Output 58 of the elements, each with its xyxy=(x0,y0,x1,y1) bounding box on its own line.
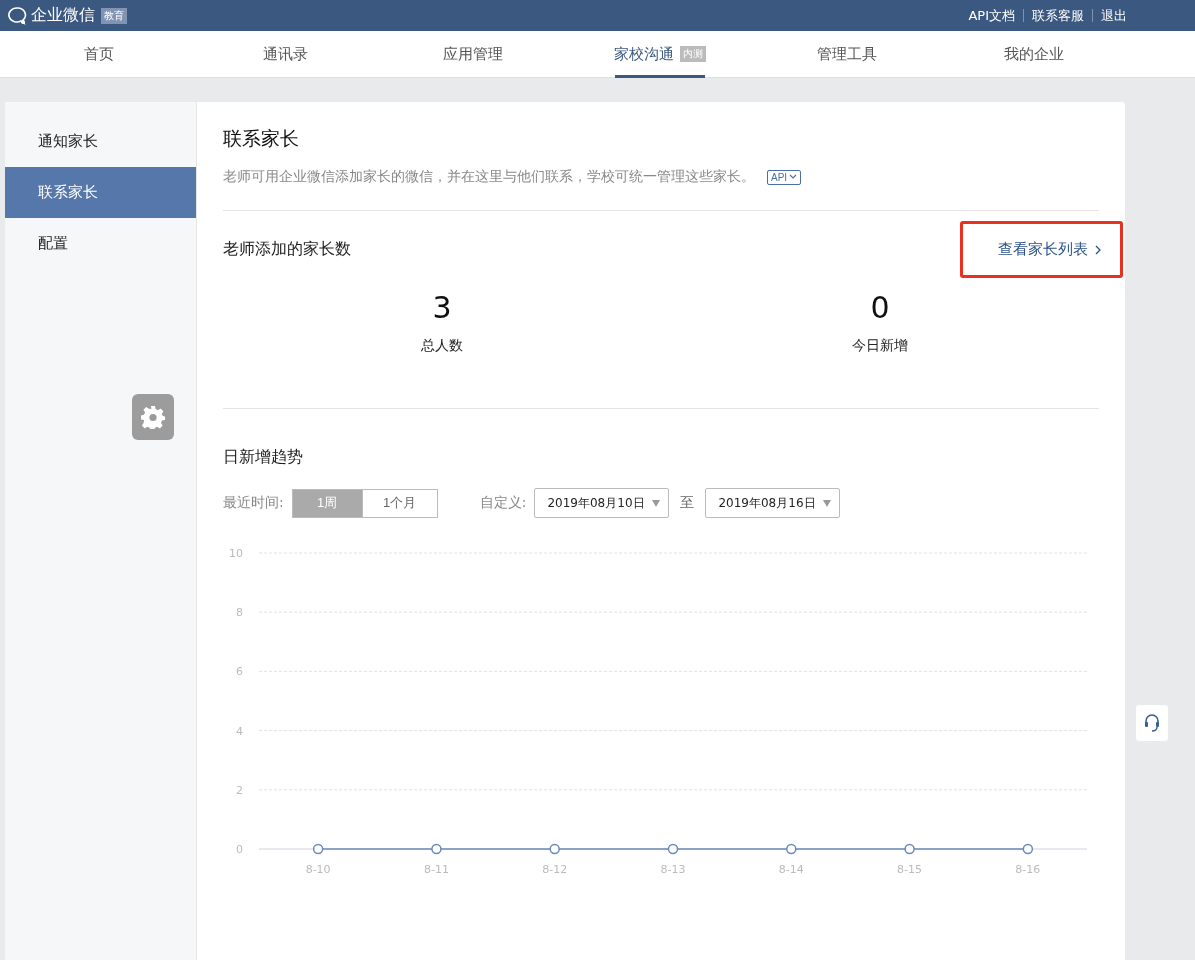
nav-tab[interactable]: 应用管理 xyxy=(379,31,566,77)
stat-label: 总人数 xyxy=(421,337,463,355)
section-title: 老师添加的家长数 xyxy=(223,239,351,260)
chevron-right-icon xyxy=(1094,243,1102,256)
stat-value: 3 xyxy=(432,290,452,325)
logo-text: 企业微信 xyxy=(31,5,95,26)
page-title: 联系家长 xyxy=(223,126,300,151)
sidebar-item[interactable]: 联系家长 xyxy=(5,167,196,218)
x-tick-label: 8-15 xyxy=(897,863,923,876)
data-point xyxy=(904,843,915,855)
support-button[interactable] xyxy=(1136,705,1168,741)
y-tick-label: 2 xyxy=(236,783,243,797)
range-option[interactable]: 1个月 xyxy=(362,488,438,518)
section-title: 日新增趋势 xyxy=(223,447,304,468)
y-tick-label: 0 xyxy=(236,843,243,856)
stat-label: 今日新增 xyxy=(852,337,908,355)
parent-list-link[interactable]: 查看家长列表 xyxy=(998,240,1102,259)
settings-icon xyxy=(141,405,165,429)
edition-badge: 教育 xyxy=(101,7,127,24)
nav-tab[interactable]: 通讯录 xyxy=(192,31,379,77)
caret-icon xyxy=(652,499,661,507)
data-point xyxy=(431,843,442,855)
settings-button[interactable] xyxy=(132,394,174,440)
stat-value: 0 xyxy=(870,290,890,325)
headset-icon xyxy=(1143,713,1161,733)
x-tick-label: 8-13 xyxy=(660,863,686,876)
y-tick-label: 10 xyxy=(229,547,243,560)
data-point xyxy=(1022,843,1034,855)
top-link[interactable]: API文档 xyxy=(968,6,1015,25)
nav-tab[interactable]: 我的企业 xyxy=(940,31,1127,77)
y-tick-label: 4 xyxy=(236,724,243,738)
y-tick-label: 8 xyxy=(236,606,243,620)
y-tick-label: 6 xyxy=(236,665,243,679)
to-label: 至 xyxy=(680,494,695,512)
x-tick-label: 8-12 xyxy=(542,863,568,876)
start-date-dropdown[interactable]: 2019年08月10日 xyxy=(534,488,670,518)
x-tick-label: 8-10 xyxy=(305,863,331,876)
x-tick-label: 8-16 xyxy=(1015,863,1041,876)
nav-tab[interactable]: 管理工具 xyxy=(753,31,940,77)
end-date-dropdown[interactable]: 2019年08月16日 xyxy=(705,488,841,518)
custom-label: 自定义: xyxy=(479,494,527,512)
caret-icon xyxy=(823,499,832,507)
data-point xyxy=(786,843,797,855)
caret-icon xyxy=(789,174,798,180)
sidebar-item[interactable]: 配置 xyxy=(5,218,196,269)
page-description: 老师可用企业微信添加家长的微信，并在这里与他们联系，学校可统一管理这些家长。 xyxy=(223,168,755,186)
data-point xyxy=(667,843,679,855)
nav-tab[interactable]: 首页 xyxy=(5,31,192,77)
range-label: 最近时间: xyxy=(223,494,284,512)
api-button[interactable]: API xyxy=(767,169,802,185)
x-tick-label: 8-11 xyxy=(423,863,449,876)
data-point xyxy=(312,843,324,855)
top-link[interactable]: 退出 xyxy=(1101,6,1127,25)
data-point xyxy=(549,843,560,855)
sidebar-item[interactable]: 通知家长 xyxy=(5,116,196,167)
top-link[interactable]: 联系客服 xyxy=(1032,6,1084,25)
x-tick-label: 8-14 xyxy=(778,863,804,876)
chat-bubble-icon xyxy=(6,4,28,27)
